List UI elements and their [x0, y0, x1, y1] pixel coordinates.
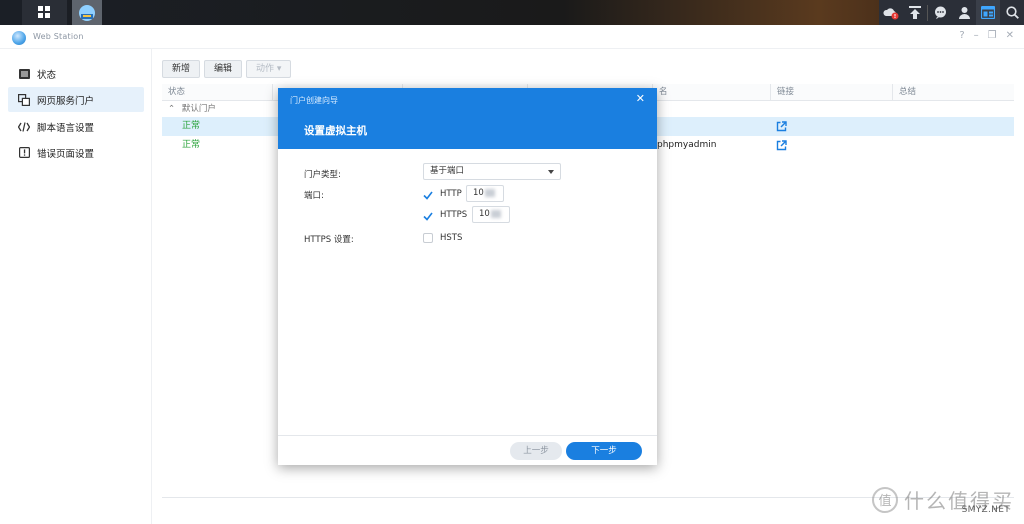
http-port-input[interactable]: 10 [466, 185, 504, 202]
watermark-site: SMYZ.NET [961, 505, 1010, 515]
dashboard-icon [981, 6, 995, 19]
dialog-caption: 门户创建向导 [290, 96, 338, 105]
messages-button[interactable] [928, 0, 952, 25]
taskbar [0, 0, 1024, 25]
https-port-input[interactable]: 10 [472, 206, 510, 223]
column-header-status[interactable]: 状态 [162, 84, 272, 101]
external-link-icon[interactable] [776, 121, 787, 132]
minimize-icon[interactable]: – [974, 30, 979, 41]
sidebar-item-status[interactable]: 状态 [8, 61, 144, 86]
upload-icon [909, 6, 921, 19]
sidebar-item-error-page[interactable]: 错误页面设置 [8, 140, 144, 165]
code-icon [18, 121, 30, 133]
status-cell: 正常 [182, 121, 201, 131]
http-label: HTTP [440, 189, 462, 199]
https-checkbox[interactable] [423, 211, 433, 221]
sidebar-item-label: 错误页面设置 [37, 148, 95, 160]
window-controls: ? – ❐ ✕ [959, 30, 1014, 41]
cloud-notification-button[interactable] [879, 0, 903, 25]
portal-icon [18, 93, 30, 106]
http-port-value: 10 [473, 188, 484, 198]
chat-icon [934, 6, 946, 19]
upload-button[interactable] [903, 0, 927, 25]
port-label: 端口: [304, 191, 324, 201]
sidebar-item-script-language[interactable]: 脚本语言设置 [8, 114, 144, 139]
hsts-label: HSTS [440, 233, 463, 243]
external-link-icon[interactable] [776, 140, 787, 151]
hsts-checkbox[interactable] [423, 233, 433, 243]
grid-icon [38, 6, 50, 18]
user-button[interactable] [952, 0, 976, 25]
column-header-link[interactable]: 链接 [770, 84, 892, 101]
dialog-title: 设置虚拟主机 [304, 125, 367, 137]
collapse-icon[interactable]: ⌃ [168, 104, 175, 114]
alert-icon [18, 147, 30, 159]
https-settings-label: HTTPS 设置: [304, 235, 354, 245]
restore-icon[interactable]: ❐ [988, 30, 997, 41]
sidebar-item-label: 网页服务门户 [37, 95, 95, 107]
sidebar-item-label: 脚本语言设置 [37, 122, 95, 134]
dialog-header[interactable]: 门户创建向导 ✕ 设置虚拟主机 [278, 88, 657, 149]
chevron-down-icon [548, 170, 554, 174]
http-checkbox[interactable] [423, 190, 433, 200]
redacted-digits [484, 188, 495, 197]
window-titlebar[interactable]: Web Station ? – ❐ ✕ [0, 25, 1024, 49]
taskbar-tray [879, 0, 1024, 25]
redacted-digits [490, 209, 501, 218]
https-label: HTTPS [440, 210, 468, 220]
name-cell: phpmyadmin [657, 140, 717, 150]
dialog-footer: 上一步 下一步 [278, 435, 657, 465]
list-icon [18, 68, 30, 80]
dialog-close-icon[interactable]: ✕ [636, 92, 645, 105]
search-button[interactable] [1000, 0, 1024, 25]
web-station-app-icon [79, 4, 95, 21]
portal-creation-wizard-dialog: 门户创建向导 ✕ 设置虚拟主机 门户类型: 基于端口 端口: HTTP 10 H… [278, 88, 657, 465]
web-station-logo-icon [12, 31, 26, 45]
portal-type-value: 基于端口 [430, 166, 465, 176]
widgets-button[interactable] [976, 0, 1000, 25]
portal-type-select[interactable]: 基于端口 [423, 163, 561, 180]
sidebar-item-label: 状态 [37, 69, 57, 81]
column-header-summary[interactable]: 总结 [892, 84, 1002, 101]
taskbar-web-station-button[interactable] [72, 0, 102, 25]
edit-button[interactable]: 编辑 [204, 60, 243, 78]
window-title: Web Station [33, 32, 84, 41]
main-toolbar: 新增 编辑 动作 ▾ [162, 60, 292, 78]
watermark-badge: 值 [872, 486, 898, 513]
checkmark-icon [423, 212, 433, 221]
previous-step-button[interactable]: 上一步 [510, 442, 562, 460]
close-icon[interactable]: ✕ [1006, 30, 1014, 41]
add-button[interactable]: 新增 [162, 60, 201, 78]
checkmark-icon [423, 191, 433, 200]
search-icon [1005, 6, 1019, 19]
user-icon [958, 7, 970, 19]
column-header-name[interactable]: 名 [652, 84, 770, 101]
next-step-button[interactable]: 下一步 [566, 442, 642, 460]
sidebar-item-web-portal[interactable]: 网页服务门户 [8, 87, 144, 112]
https-port-value: 10 [479, 209, 490, 219]
sidebar: 状态 网页服务门户 脚本语言设置 错误页面设置 [0, 49, 152, 524]
cloud-alert-icon [883, 7, 899, 19]
status-cell: 正常 [182, 140, 201, 150]
group-label: 默认门户 [181, 104, 216, 114]
action-dropdown-button[interactable]: 动作 ▾ [246, 60, 292, 78]
help-icon[interactable]: ? [959, 30, 964, 41]
portal-type-label: 门户类型: [304, 170, 341, 180]
main-menu-button[interactable] [22, 0, 67, 25]
